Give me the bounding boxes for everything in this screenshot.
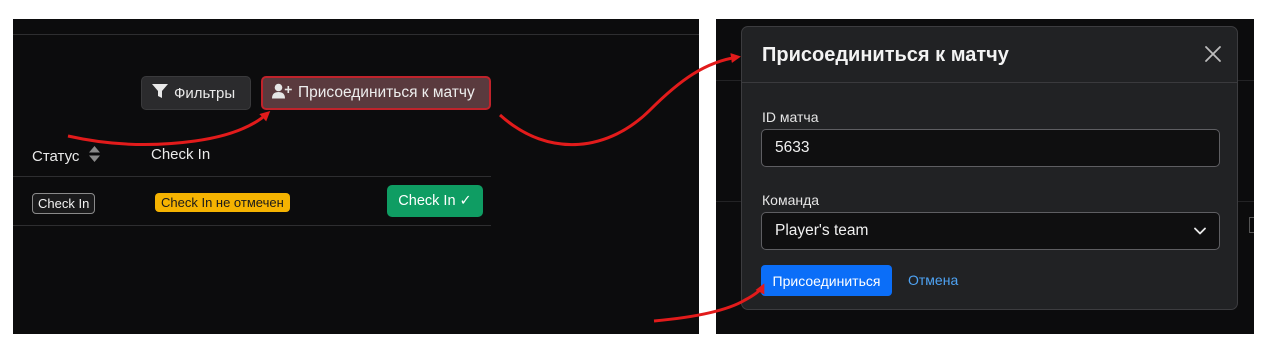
team-select[interactable]: Player's team (761, 212, 1220, 250)
match-list-panel: Фильтры Присоединиться к матчу Статус Ch… (13, 19, 699, 334)
join-submit-label: Присоединиться (772, 272, 881, 289)
close-icon[interactable] (1202, 43, 1224, 65)
checkin-header-label: Check In (151, 146, 211, 163)
team-select-value: Player's team (775, 222, 869, 239)
join-modal-panel: Присоединиться к матчу ID матча 5633 Ком… (716, 19, 1254, 334)
cancel-link[interactable]: Отмена (908, 272, 958, 288)
match-id-label: ID матча (762, 109, 819, 125)
checkin-button-label: Check In ✓ (398, 193, 472, 209)
checkin-button[interactable]: Check In ✓ (387, 185, 483, 217)
filter-icon (152, 83, 168, 103)
match-id-input[interactable]: 5633 (761, 129, 1220, 167)
user-plus-icon (272, 83, 292, 104)
modal-title: Присоединиться к матчу (762, 44, 1009, 66)
header-divider (13, 176, 491, 177)
match-id-value: 5633 (775, 139, 810, 156)
filters-label: Фильтры (174, 84, 236, 102)
status-badge: Check In (32, 193, 96, 214)
chevron-down-icon (1194, 222, 1206, 240)
join-match-button[interactable]: Присоединиться к матчу (261, 76, 491, 110)
join-match-modal: Присоединиться к матчу ID матча 5633 Ком… (741, 26, 1238, 310)
join-submit-button[interactable]: Присоединиться (761, 265, 892, 296)
row-divider (13, 225, 491, 226)
status-column-header[interactable]: Статус (32, 146, 101, 166)
background-checkbox (1249, 217, 1254, 233)
sort-icon[interactable] (89, 146, 101, 166)
join-match-label: Присоединиться к матчу (298, 84, 475, 101)
team-label: Команда (762, 192, 820, 208)
top-divider (13, 34, 699, 35)
checkin-status-badge: Check In не отмечен (155, 193, 290, 212)
status-header-label: Статус (32, 147, 80, 165)
checkin-column-header: Check In (151, 146, 210, 163)
filters-button[interactable]: Фильтры (141, 76, 251, 110)
modal-header-divider (742, 82, 1237, 83)
